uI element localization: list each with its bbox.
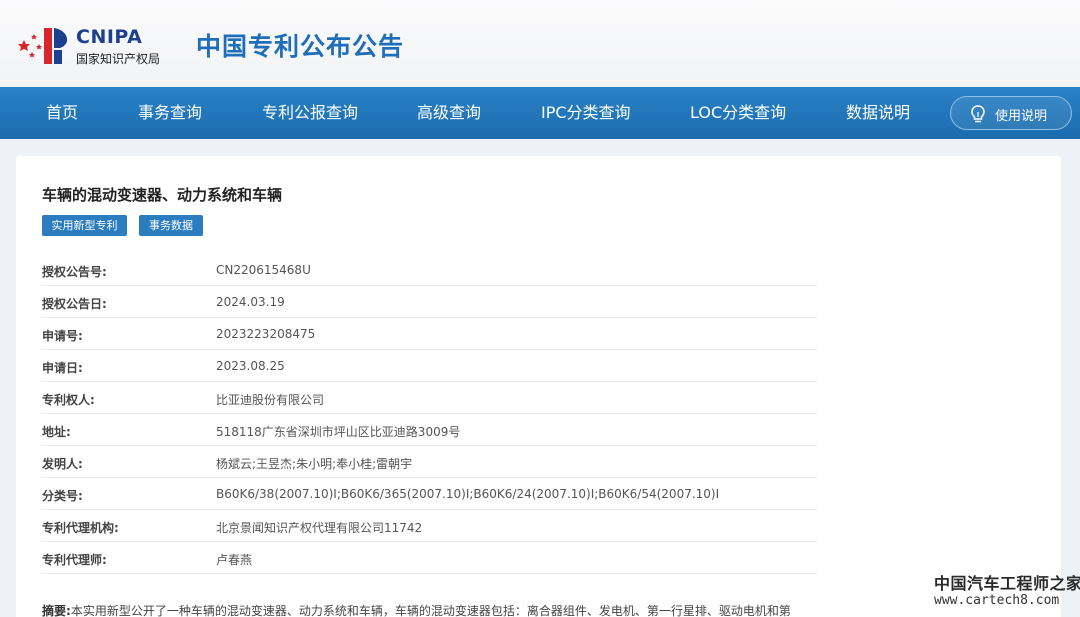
help-button[interactable]: 使用说明 <box>950 96 1072 130</box>
field-value: 北京景闻知识产权代理有限公司11742 <box>216 521 423 535</box>
abstract-label: 摘要: <box>42 604 71 617</box>
nav-item-loc-query[interactable]: LOC分类查询 <box>690 87 786 139</box>
cnipa-emblem-icon <box>18 28 68 64</box>
table-row: 授权公告日: 2024.03.19 <box>42 286 817 318</box>
table-row: 申请号: 2023223208475 <box>42 318 817 350</box>
field-label: 申请日: <box>42 361 83 375</box>
field-label: 发明人: <box>42 457 83 471</box>
nav-item-advanced-query[interactable]: 高级查询 <box>417 87 481 139</box>
field-value: 比亚迪股份有限公司 <box>216 393 325 407</box>
table-row: 专利代理机构: 北京景闻知识产权代理有限公司11742 <box>42 510 817 542</box>
field-label: 专利代理师: <box>42 553 107 567</box>
site-title: 中国专利公布公告 <box>196 32 405 61</box>
field-label: 授权公告日: <box>42 297 107 311</box>
field-value: 2024.03.19 <box>216 295 285 309</box>
table-row: 分类号: B60K6/38(2007.10)I;B60K6/365(2007.1… <box>42 478 817 510</box>
field-value: 518118广东省深圳市坪山区比亚迪路3009号 <box>216 425 461 439</box>
table-row: 发明人: 杨斌云;王昱杰;朱小明;奉小桂;雷朝宇 <box>42 446 817 478</box>
field-label: 分类号: <box>42 489 83 503</box>
field-value: 卢春燕 <box>216 553 253 567</box>
patent-info-table: 授权公告号: CN220615468U 授权公告日: 2024.03.19 申请… <box>42 254 817 574</box>
nav-item-affairs-query[interactable]: 事务查询 <box>138 87 202 139</box>
site-header: CNIPA 国家知识产权局 中国专利公布公告 <box>0 0 1080 87</box>
field-label: 专利代理机构: <box>42 521 119 535</box>
watermark-text: 中国汽车工程师之家 <box>934 574 1080 593</box>
table-row: 地址: 518118广东省深圳市坪山区比亚迪路3009号 <box>42 414 817 446</box>
table-row: 专利权人: 比亚迪股份有限公司 <box>42 382 817 414</box>
watermark-url: www.cartech8.com <box>934 593 1060 608</box>
field-value: 2023.08.25 <box>216 359 285 373</box>
cnipa-logo[interactable]: CNIPA 国家知识产权局 <box>18 24 178 68</box>
patent-title: 车辆的混动变速器、动力系统和车辆 <box>42 186 283 204</box>
table-row: 授权公告号: CN220615468U <box>42 254 817 286</box>
help-button-label: 使用说明 <box>995 109 1048 124</box>
logo-chinese-text: 国家知识产权局 <box>76 52 161 66</box>
nav-item-home[interactable]: 首页 <box>46 87 78 139</box>
field-value: CN220615468U <box>216 263 311 277</box>
field-value: 2023223208475 <box>216 327 316 341</box>
nav-item-ipc-query[interactable]: IPC分类查询 <box>541 87 631 139</box>
utility-model-tag[interactable]: 实用新型专利 <box>42 215 127 236</box>
patent-abstract: 摘要:本实用新型公开了一种车辆的混动变速器、动力系统和车辆，车辆的混动变速器包括… <box>42 602 822 617</box>
nav-item-data-description[interactable]: 数据说明 <box>846 87 910 139</box>
table-row: 专利代理师: 卢春燕 <box>42 542 817 574</box>
field-label: 专利权人: <box>42 393 95 407</box>
field-value: 杨斌云;王昱杰;朱小明;奉小桂;雷朝宇 <box>216 457 413 471</box>
field-label: 地址: <box>42 425 71 439</box>
lightbulb-icon <box>969 104 987 128</box>
field-label: 授权公告号: <box>42 265 107 279</box>
affairs-data-tag[interactable]: 事务数据 <box>139 215 203 236</box>
logo-english-text: CNIPA <box>76 26 143 48</box>
table-row: 申请日: 2023.08.25 <box>42 350 817 382</box>
abstract-text: 本实用新型公开了一种车辆的混动变速器、动力系统和车辆，车辆的混动变速器包括：离合… <box>70 604 791 617</box>
field-value: B60K6/38(2007.10)I;B60K6/365(2007.10)I;B… <box>216 487 720 501</box>
field-label: 申请号: <box>42 329 83 343</box>
nav-item-gazette-query[interactable]: 专利公报查询 <box>262 87 358 139</box>
main-nav: 首页 事务查询 专利公报查询 高级查询 IPC分类查询 LOC分类查询 数据说明 <box>0 87 1080 139</box>
